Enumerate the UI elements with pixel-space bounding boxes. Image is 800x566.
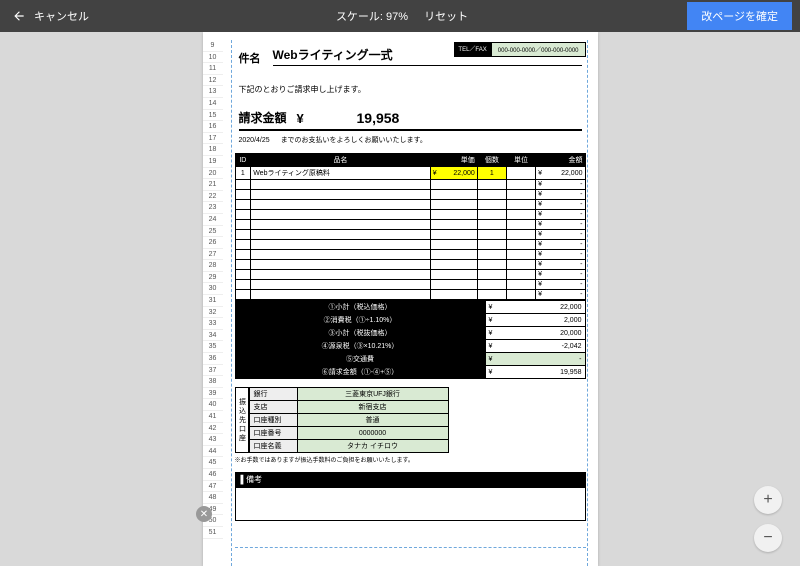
row-number: 26 bbox=[203, 237, 223, 249]
row-number: 34 bbox=[203, 330, 223, 342]
due-line: 2020/4/25 までのお支払いをよろしくお願いいたします。 bbox=[239, 135, 582, 145]
row-number: 47 bbox=[203, 481, 223, 493]
topbar: キャンセル スケール: 97% リセット 改ページを確定 bbox=[0, 0, 800, 32]
row-number: 45 bbox=[203, 457, 223, 469]
row-number: 42 bbox=[203, 423, 223, 435]
bank-block: 振込先口座 銀行三菱東京UFJ銀行支店新宿支店口座種別普通口座番号0000000… bbox=[235, 387, 586, 453]
col-qty: 個数 bbox=[477, 154, 506, 167]
row-number: 9 bbox=[203, 40, 223, 52]
row-number: 30 bbox=[203, 283, 223, 295]
totals-block: ①小計（税込価格）¥22,000②消費税（①÷1.10%）¥2,000③小計（税… bbox=[235, 300, 586, 379]
row-numbers: 9101112131415161718192021222324252627282… bbox=[203, 40, 223, 539]
telfax-label: TEL／FAX bbox=[454, 42, 490, 57]
row-number: 16 bbox=[203, 121, 223, 133]
bill-currency: ¥ bbox=[297, 111, 317, 126]
row-number: 14 bbox=[203, 98, 223, 110]
reset-button[interactable]: リセット bbox=[424, 8, 468, 24]
canvas: 9101112131415161718192021222324252627282… bbox=[0, 32, 800, 566]
row-number: 11 bbox=[203, 63, 223, 75]
zoom-controls: + − bbox=[754, 486, 782, 552]
remark-label: 備考 bbox=[246, 475, 262, 484]
row-number: 29 bbox=[203, 272, 223, 284]
row-number: 44 bbox=[203, 446, 223, 458]
due-date: 2020/4/25 bbox=[239, 137, 270, 144]
confirm-pagebreak-button[interactable]: 改ページを確定 bbox=[687, 2, 792, 30]
row-number: 48 bbox=[203, 492, 223, 504]
row-number: 27 bbox=[203, 249, 223, 261]
row-number: 39 bbox=[203, 388, 223, 400]
row-number: 36 bbox=[203, 353, 223, 365]
row-number: 28 bbox=[203, 260, 223, 272]
col-id: ID bbox=[235, 154, 251, 167]
row-number: 37 bbox=[203, 365, 223, 377]
row-number: 32 bbox=[203, 307, 223, 319]
row-number: 33 bbox=[203, 318, 223, 330]
back-arrow-icon[interactable] bbox=[12, 9, 26, 23]
row-number: 19 bbox=[203, 156, 223, 168]
bill-row: 請求金額 ¥ 19,958 bbox=[239, 109, 582, 131]
sheet: 9101112131415161718192021222324252627282… bbox=[203, 32, 598, 566]
notice-text: 下記のとおりご請求申し上げます。 bbox=[239, 84, 582, 95]
col-name: 品名 bbox=[251, 154, 430, 167]
remark-block: ▌備考 bbox=[235, 472, 586, 521]
row-number: 51 bbox=[203, 527, 223, 539]
remark-box bbox=[235, 487, 586, 521]
row-number: 23 bbox=[203, 202, 223, 214]
row-number: 20 bbox=[203, 168, 223, 180]
col-amount: 金額 bbox=[536, 154, 585, 167]
row-number: 17 bbox=[203, 133, 223, 145]
row-number: 24 bbox=[203, 214, 223, 226]
row-number: 43 bbox=[203, 434, 223, 446]
row-number: 41 bbox=[203, 411, 223, 423]
row-number: 38 bbox=[203, 376, 223, 388]
close-icon[interactable]: ✕ bbox=[196, 506, 212, 522]
telfax-value: 000-000-0000／000-000-0000 bbox=[491, 42, 586, 57]
subject-label: 件名 bbox=[239, 50, 261, 66]
bank-note: ※お手数ではありますが振込手数料のご負担をお願いいたします。 bbox=[235, 455, 586, 464]
row-number: 12 bbox=[203, 75, 223, 87]
document-content: TEL／FAX 000-000-0000／000-000-0000 件名 Web… bbox=[235, 40, 586, 548]
row-number: 22 bbox=[203, 191, 223, 203]
cancel-button[interactable]: キャンセル bbox=[34, 8, 89, 24]
row-number: 21 bbox=[203, 179, 223, 191]
row-number: 13 bbox=[203, 86, 223, 98]
left-ruler bbox=[223, 40, 233, 566]
due-text: までのお支払いをよろしくお願いいたします。 bbox=[281, 137, 427, 144]
zoom-in-button[interactable]: + bbox=[754, 486, 782, 514]
bill-label: 請求金額 bbox=[239, 109, 297, 126]
row-number: 31 bbox=[203, 295, 223, 307]
row-number: 40 bbox=[203, 399, 223, 411]
row-number: 18 bbox=[203, 144, 223, 156]
right-ruler bbox=[587, 40, 588, 566]
scale-label: スケール: 97% bbox=[336, 8, 408, 24]
col-unitprice: 単価 bbox=[430, 154, 477, 167]
telfax-box: TEL／FAX 000-000-0000／000-000-0000 bbox=[454, 42, 585, 57]
bill-amount: 19,958 bbox=[317, 110, 582, 126]
row-number: 25 bbox=[203, 226, 223, 238]
items-table: ID 品名 単価 個数 単位 金額 1Webライティング原稿料¥22,0001¥… bbox=[235, 153, 586, 300]
row-number: 15 bbox=[203, 110, 223, 122]
row-number: 10 bbox=[203, 52, 223, 64]
page-break-line[interactable] bbox=[235, 547, 586, 548]
col-unit: 単位 bbox=[506, 154, 535, 167]
row-number: 46 bbox=[203, 469, 223, 481]
bank-side-label: 振込先口座 bbox=[235, 387, 249, 453]
row-number: 35 bbox=[203, 341, 223, 353]
zoom-out-button[interactable]: − bbox=[754, 524, 782, 552]
